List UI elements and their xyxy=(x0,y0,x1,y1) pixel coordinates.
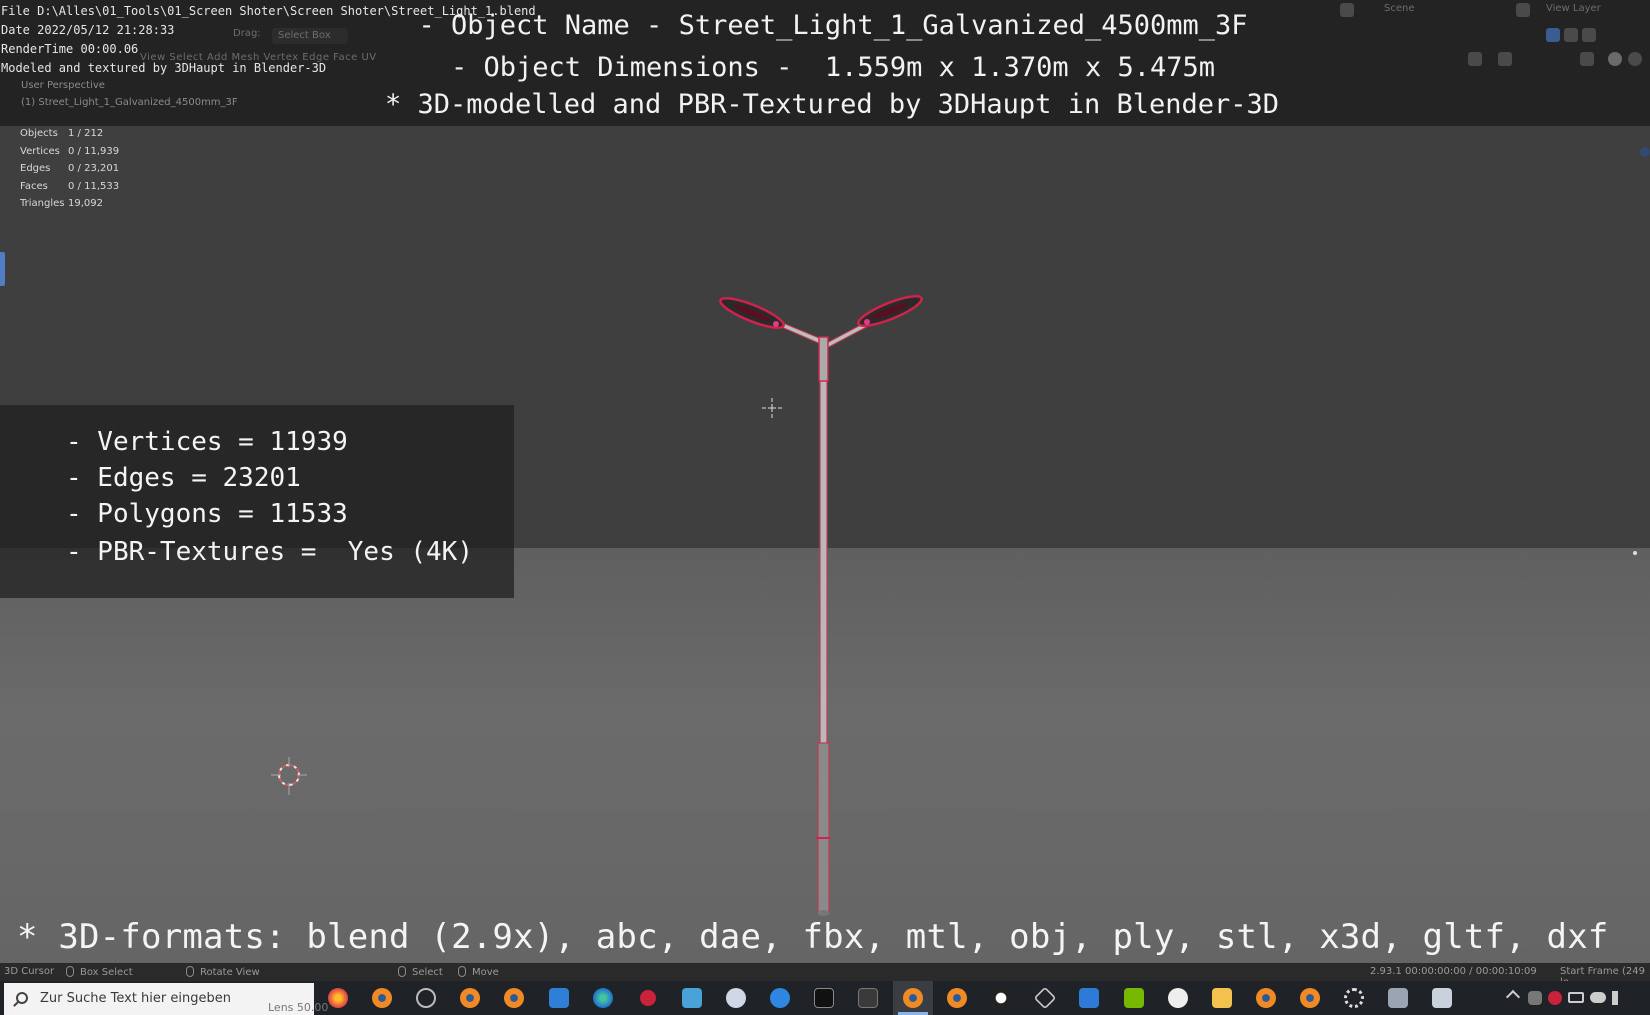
active-tool-indicator[interactable] xyxy=(0,252,5,286)
firefox-icon[interactable] xyxy=(328,988,348,1008)
lens-readout: Lens 50.00 xyxy=(268,1001,329,1014)
stat-value: 0 / 11,533 xyxy=(68,180,120,192)
credit-title: * 3D-modelled and PBR-Textured by 3DHaup… xyxy=(384,89,1280,120)
stat-row-edges: Edges 0 / 23,201 xyxy=(20,160,119,178)
calendar-icon[interactable] xyxy=(1079,988,1099,1008)
screenshot-tool-icon[interactable] xyxy=(1432,988,1452,1008)
edge-icon[interactable] xyxy=(593,988,613,1008)
stat-label: Edges xyxy=(20,163,51,175)
stat-value: 19,092 xyxy=(68,198,103,210)
mouse-right-icon xyxy=(398,966,406,977)
chevron-up-icon[interactable] xyxy=(1505,989,1521,1005)
object-dimensions-title: - Object Dimensions - 1.559m x 1.370m x … xyxy=(450,52,1215,83)
monitor-icon[interactable] xyxy=(858,988,878,1008)
status-select-label: Select xyxy=(412,967,443,978)
blender-icon[interactable] xyxy=(372,988,392,1008)
stat-value: 0 / 11,939 xyxy=(68,145,120,157)
system-tray xyxy=(1500,981,1650,1015)
status-cursor: 3D Cursor xyxy=(4,966,55,977)
network-drive-icon[interactable] xyxy=(1388,988,1408,1008)
mouse-crosshair-icon xyxy=(762,398,782,418)
object-name-title: - Object Name - Street_Light_1_Galvanize… xyxy=(418,10,1248,41)
statistics-overlay: Objects 1 / 212 Vertices 0 / 11,939 Edges 0… xyxy=(20,125,119,213)
gear-icon[interactable] xyxy=(1344,988,1364,1008)
blender-icon[interactable] xyxy=(504,988,524,1008)
obs-icon[interactable] xyxy=(1168,988,1188,1008)
status-box-select: Box Select xyxy=(66,966,133,978)
info-edges: - Edges = 23201 xyxy=(66,463,301,493)
app-red-icon[interactable] xyxy=(640,990,656,1006)
lamp-head-right xyxy=(857,295,923,327)
blender-icon[interactable] xyxy=(947,988,967,1008)
chat-icon[interactable] xyxy=(770,988,790,1008)
cloud-icon[interactable] xyxy=(1590,992,1606,1003)
volume-icon[interactable] xyxy=(1612,991,1626,1005)
gizmo-dot xyxy=(1640,147,1650,157)
paint-icon[interactable] xyxy=(726,988,746,1008)
mesh-info-box: - Vertices = 11939 - Edges = 23201 - Pol… xyxy=(0,405,514,598)
status-rotate-label: Rotate View xyxy=(200,967,260,978)
info-polygons: - Polygons = 11533 xyxy=(66,499,348,529)
blender-active-icon[interactable] xyxy=(903,988,923,1008)
panda-icon[interactable] xyxy=(991,988,1011,1008)
lamp-pole xyxy=(819,344,828,746)
stat-value: 0 / 23,201 xyxy=(68,163,120,175)
formats-caption: * 3D-formats: blend (2.9x), abc, dae, fb… xyxy=(17,917,1609,957)
stat-row-triangles: Triangles 19,092 xyxy=(20,195,119,213)
network-icon[interactable] xyxy=(1528,991,1542,1005)
info-vertices: - Vertices = 11939 xyxy=(66,427,348,457)
search-placeholder: Zur Suche Text hier eingeben xyxy=(40,991,231,1006)
lamp-pole-base xyxy=(817,742,830,915)
blender-icon[interactable] xyxy=(1256,988,1276,1008)
stat-value: 1 / 212 xyxy=(68,128,104,140)
status-version: 2.93.1 00:00:00:00 / 00:00:10:09 xyxy=(1370,966,1537,977)
stat-row-vertices: Vertices 0 / 11,939 xyxy=(20,143,119,161)
stat-label: Triangles xyxy=(20,198,65,210)
blender-icon[interactable] xyxy=(460,988,480,1008)
davinci-icon[interactable] xyxy=(416,988,436,1008)
mail-icon[interactable] xyxy=(549,988,569,1008)
3d-cursor-icon xyxy=(271,757,307,795)
stat-row-objects: Objects 1 / 212 xyxy=(20,125,119,143)
battery-icon[interactable] xyxy=(1568,992,1584,1003)
lamp-head-left xyxy=(719,297,785,329)
folder-icon[interactable] xyxy=(1212,988,1232,1008)
nvidia-icon[interactable] xyxy=(1124,988,1144,1008)
status-box-select-label: Box Select xyxy=(80,967,133,978)
mouse-drag-icon xyxy=(458,966,466,977)
search-icon xyxy=(16,992,28,1004)
antivirus-icon[interactable] xyxy=(1548,991,1562,1005)
stat-label: Objects xyxy=(20,128,58,140)
stat-label: Vertices xyxy=(20,145,60,157)
mouse-left-icon xyxy=(66,966,74,977)
header-band: Drag: Select Box View Select Add Mesh Ve… xyxy=(0,0,1650,126)
status-move-label: Move xyxy=(472,967,499,978)
status-select: Select xyxy=(398,966,443,978)
notes-icon[interactable] xyxy=(682,988,702,1008)
info-textures: - PBR-Textures = Yes (4K) xyxy=(66,537,473,567)
status-move: Move xyxy=(458,966,499,978)
stat-row-faces: Faces 0 / 11,533 xyxy=(20,178,119,196)
taskbar: Zur Suche Text hier eingeben Lens 50.00 xyxy=(0,981,1650,1015)
cube-icon[interactable] xyxy=(1033,986,1057,1010)
status-rotate-view: Rotate View xyxy=(186,966,260,978)
stat-label: Faces xyxy=(20,180,48,192)
status-bar: 3D Cursor Box Select Rotate View Select … xyxy=(0,963,1650,988)
mouse-middle-icon xyxy=(186,966,194,977)
terminal-icon[interactable] xyxy=(814,988,834,1008)
blender-icon[interactable] xyxy=(1300,988,1320,1008)
